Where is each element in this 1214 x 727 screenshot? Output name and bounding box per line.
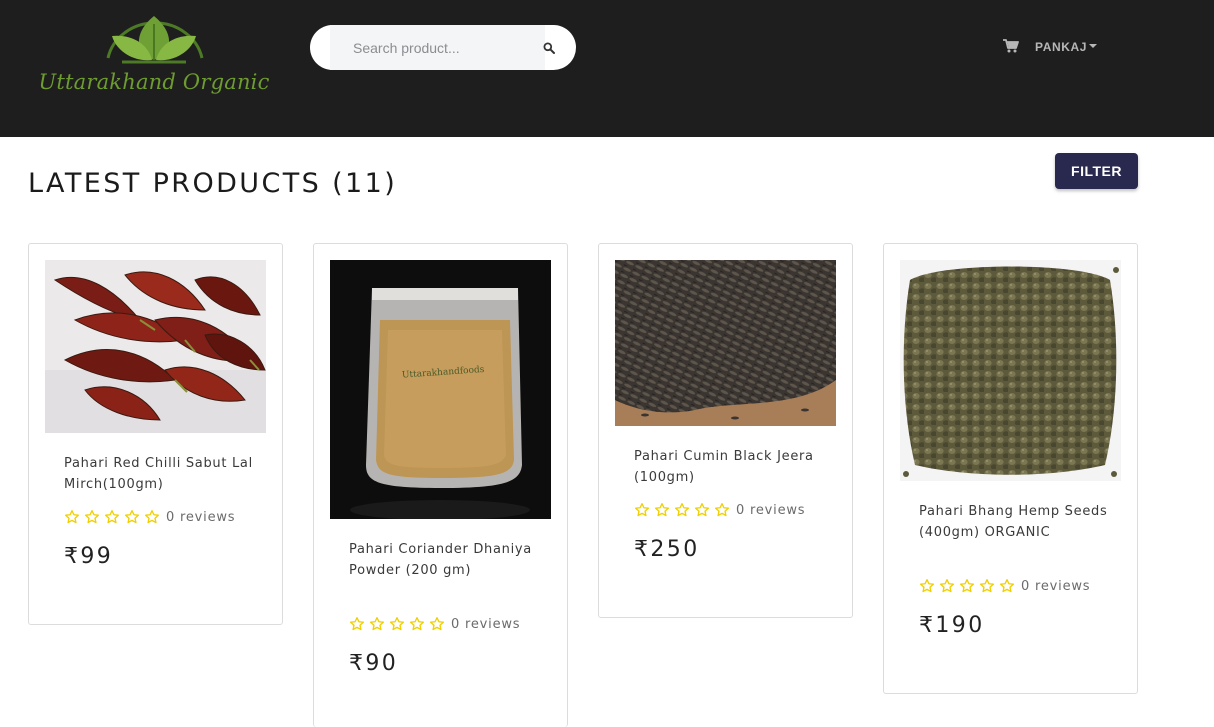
review-count: 0 reviews	[451, 616, 521, 632]
logo-text: Uttarakhand Organic	[38, 70, 270, 94]
star-empty-icon	[920, 579, 934, 593]
star-empty-icon	[105, 510, 119, 524]
star-empty-icon	[410, 617, 424, 631]
star-empty-icon	[430, 617, 444, 631]
page-title: LATEST PRODUCTS (11)	[28, 168, 398, 199]
star-empty-icon	[940, 579, 954, 593]
product-card[interactable]: Pahari Cumin Black Jeera (100gm) 0 revie…	[598, 243, 853, 618]
product-image[interactable]	[900, 260, 1121, 481]
star-empty-icon	[65, 510, 79, 524]
product-price: ₹99	[64, 544, 114, 569]
brand-logo[interactable]: Uttarakhand Organic	[36, 10, 272, 102]
review-count: 0 reviews	[1021, 578, 1091, 594]
star-empty-icon	[390, 617, 404, 631]
product-image[interactable]	[615, 260, 836, 426]
chevron-down-icon	[1089, 44, 1098, 49]
product-card[interactable]: Uttarakhandfoods Pahari Coriander Dhaniy…	[313, 243, 568, 727]
product-title[interactable]: Pahari Red Chilli Sabut Lal Mirch(100gm)	[64, 453, 254, 495]
search-input[interactable]	[330, 25, 545, 70]
search-icon	[543, 42, 555, 54]
rating: 0 reviews	[64, 507, 235, 527]
star-empty-icon	[85, 510, 99, 524]
star-empty-icon	[655, 503, 669, 517]
leaf-logo-icon	[106, 16, 204, 64]
star-empty-icon	[695, 503, 709, 517]
review-count: 0 reviews	[736, 502, 806, 518]
star-empty-icon	[635, 503, 649, 517]
review-count: 0 reviews	[166, 509, 236, 525]
cart-icon[interactable]	[1003, 39, 1019, 53]
product-price: ₹90	[349, 651, 399, 676]
star-empty-icon	[675, 503, 689, 517]
navbar: Uttarakhand Organic PANKAJ	[0, 0, 1214, 137]
product-title[interactable]: Pahari Cumin Black Jeera (100gm)	[634, 446, 824, 488]
product-price: ₹250	[634, 537, 700, 562]
rating: 0 reviews	[634, 500, 805, 520]
product-card[interactable]: Pahari Bhang Hemp Seeds (400gm) ORGANIC …	[883, 243, 1138, 694]
product-card[interactable]: Pahari Red Chilli Sabut Lal Mirch(100gm)…	[28, 243, 283, 625]
filter-button[interactable]: FILTER	[1055, 153, 1138, 189]
star-empty-icon	[1000, 579, 1014, 593]
rating: 0 reviews	[919, 576, 1090, 596]
star-empty-icon	[370, 617, 384, 631]
star-empty-icon	[715, 503, 729, 517]
search-button[interactable]	[535, 25, 563, 70]
user-dropdown[interactable]: PANKAJ	[1035, 40, 1098, 54]
product-price: ₹190	[919, 613, 985, 638]
star-empty-icon	[125, 510, 139, 524]
product-title[interactable]: Pahari Coriander Dhaniya Powder (200 gm)	[349, 539, 539, 581]
product-title[interactable]: Pahari Bhang Hemp Seeds (400gm) ORGANIC	[919, 501, 1109, 543]
rating: 0 reviews	[349, 614, 520, 634]
product-image[interactable]: Uttarakhandfoods	[330, 260, 551, 519]
user-name: PANKAJ	[1035, 40, 1088, 54]
star-empty-icon	[145, 510, 159, 524]
star-empty-icon	[960, 579, 974, 593]
product-image[interactable]	[45, 260, 266, 433]
star-empty-icon	[350, 617, 364, 631]
star-empty-icon	[980, 579, 994, 593]
